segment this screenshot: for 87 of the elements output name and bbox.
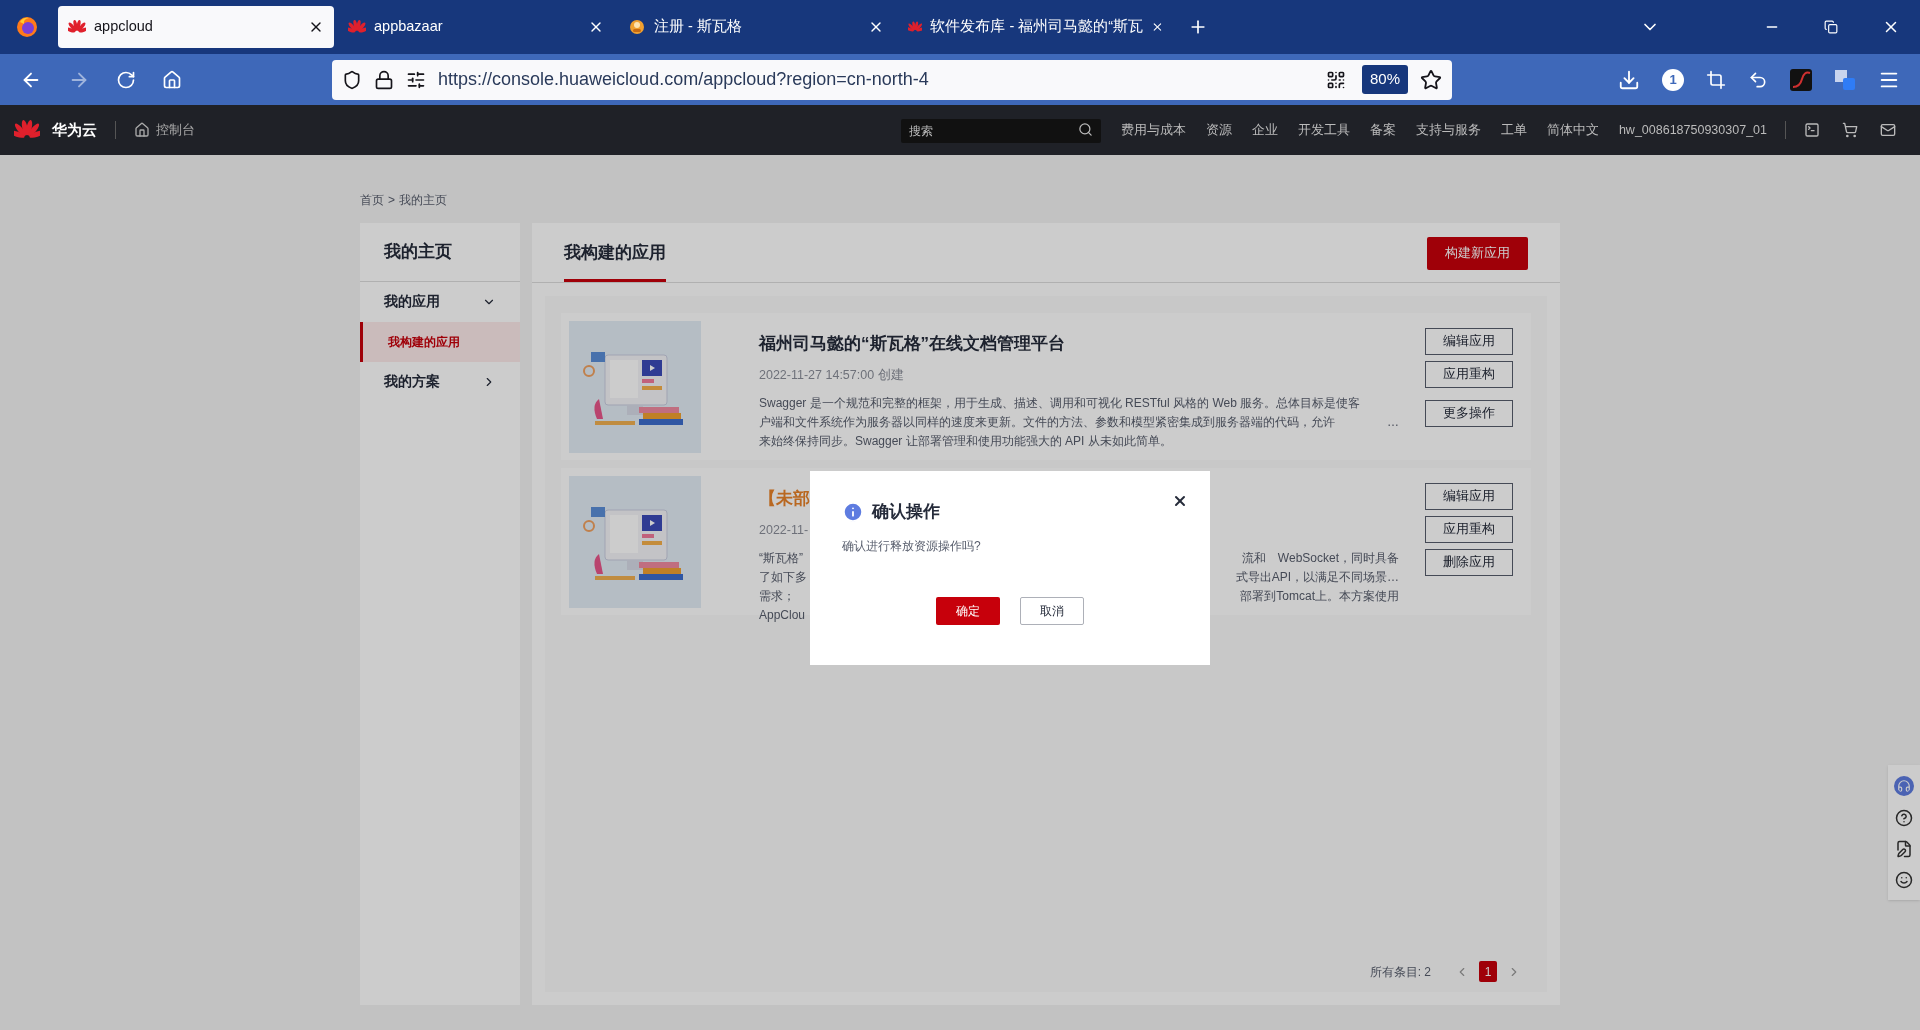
translate-icon[interactable] [1834, 68, 1856, 91]
sidebar-title: 我的主页 [360, 223, 520, 282]
description-text: 需求； [759, 588, 795, 606]
crop-icon[interactable] [1706, 69, 1726, 90]
header-nav-link[interactable]: 简体中文 [1546, 120, 1599, 140]
breadcrumb-link[interactable]: 首页 [360, 191, 384, 209]
page-number[interactable]: 1 [1479, 961, 1497, 982]
sidebar-group[interactable]: 我的应用 [360, 282, 520, 322]
description-text: 了如下多 [759, 569, 807, 587]
description-text: 部署到Tomcat上。本方案使用 [1240, 588, 1399, 606]
tab-title: appbazaar [374, 17, 444, 37]
create-app-button[interactable]: 构建新应用 [1427, 237, 1528, 270]
tab-title: appcloud [94, 17, 154, 37]
permissions-icon[interactable] [406, 69, 426, 90]
zoom-badge[interactable]: 80% [1361, 65, 1408, 94]
created-date: 2022-11- [759, 521, 810, 539]
header-nav-link[interactable]: 支持与服务 [1415, 120, 1481, 140]
qr-code-icon[interactable] [1325, 69, 1346, 90]
console-link[interactable]: 控制台 [156, 120, 195, 140]
description-text: 户端和文件系统作为服务器以同样的速度来更新。文件的方法、参数和模型紧密集成到服务器端的代码，允许 [759, 414, 1335, 432]
header-nav-link[interactable]: 开发工具 [1297, 120, 1350, 140]
search-icon[interactable] [1077, 122, 1093, 137]
cart-icon[interactable] [1842, 122, 1858, 138]
info-icon [842, 500, 864, 523]
browser-tab[interactable]: appcloud [58, 6, 334, 48]
confirm-button[interactable]: 确定 [936, 596, 1000, 625]
feedback-form-icon[interactable] [1895, 840, 1913, 859]
header-nav-link[interactable]: hw_008618750930307_01 [1618, 120, 1767, 140]
breadcrumb-separator: > [388, 192, 395, 209]
firefox-logo-icon[interactable] [16, 16, 38, 38]
total-count: 所有条目: 2 [1369, 963, 1431, 981]
dialog-title: 确认操作 [872, 501, 940, 523]
sidebar-item[interactable]: 我构建的应用 [360, 322, 520, 362]
restore-icon[interactable] [1824, 20, 1838, 34]
header-nav-link[interactable]: 工单 [1500, 120, 1527, 140]
huawei-logo-icon [348, 18, 366, 36]
description-text: Swagger 是一个规范和完整的框架，用于生成、描述、调用和可视化 RESTful 风格的 Web 服务。总体目标是使客 [759, 395, 1361, 413]
header-nav-link[interactable]: 资源 [1205, 120, 1232, 140]
description-text: 来始终保持同步。Swagger 让部署管理和使用功能强大的 API 从未如此简单。 [759, 433, 1172, 451]
header-nav-link[interactable]: 备案 [1369, 120, 1396, 140]
description-text: AppClou [759, 607, 806, 625]
app-action-button[interactable]: 删除应用 [1425, 549, 1513, 576]
sidebar-group[interactable]: 我的方案 [360, 362, 520, 402]
description-text: “斯瓦格” [759, 550, 803, 568]
tab-title: 软件发布库 - 福州司马懿的“斯瓦 [930, 17, 1144, 37]
shield-icon[interactable] [342, 69, 362, 90]
brand-name[interactable]: 华为云 [52, 118, 97, 142]
tab-title: 注册 - 斯瓦格 [654, 17, 743, 37]
url-text: https://console.huaweicloud.com/appcloud?region=cn-north-4 [438, 68, 929, 91]
help-icon[interactable] [1895, 808, 1913, 827]
search-field[interactable]: 搜索 [900, 119, 1101, 143]
browser-tab[interactable]: appbazaar [338, 6, 614, 48]
support-headset-icon[interactable] [1894, 775, 1914, 796]
content-tab[interactable]: 我构建的应用 [564, 239, 666, 282]
cancel-button[interactable]: 取消 [1020, 596, 1084, 625]
breadcrumb-link[interactable]: 我的主页 [399, 191, 447, 209]
reply-arrow-icon[interactable] [1748, 69, 1768, 90]
mascot-icon [628, 18, 646, 36]
chart-extension-icon[interactable] [1790, 68, 1812, 91]
header-nav-link[interactable]: 费用与成本 [1120, 120, 1186, 140]
description-text: 流和 WebSocket，同时具备 [1241, 550, 1399, 568]
extension-badge[interactable]: 1 [1662, 68, 1684, 91]
mail-icon[interactable] [1880, 122, 1896, 138]
reload-icon[interactable] [116, 69, 136, 90]
lock-icon[interactable] [374, 69, 394, 90]
description-text: … [1387, 414, 1399, 432]
browser-tab[interactable]: 软件发布库 - 福州司马懿的“斯瓦 [898, 6, 1174, 48]
app-action-button[interactable]: 更多操作 [1425, 400, 1513, 427]
close-icon[interactable] [1172, 493, 1188, 509]
home-icon[interactable] [162, 69, 182, 90]
download-icon[interactable] [1618, 68, 1640, 91]
huawei-logo-icon [68, 18, 86, 36]
app-title[interactable]: 福州司马懿的“斯瓦格”在线文档管理平台 [759, 331, 1399, 357]
description-text: 式导出API，以满足不同场景… [1235, 569, 1399, 587]
header-nav-link[interactable]: 企业 [1251, 120, 1278, 140]
console-home-icon[interactable] [134, 122, 150, 138]
address-bar[interactable]: https://console.huaweicloud.com/appcloud?region=cn-north-4 80% [332, 59, 1452, 100]
app-action-button[interactable]: 应用重构 [1425, 516, 1513, 543]
browser-tab[interactable]: 注册 - 斯瓦格 [618, 6, 894, 48]
smiley-icon[interactable] [1895, 871, 1913, 890]
app-action-button[interactable]: 应用重构 [1425, 361, 1513, 388]
bookmark-star-icon[interactable] [1420, 68, 1442, 91]
created-date: 2022-11-27 14:57:00 创建 [759, 366, 905, 384]
app-action-button[interactable]: 编辑应用 [1425, 328, 1513, 355]
app-action-button[interactable]: 编辑应用 [1425, 483, 1513, 510]
dialog-message: 确认进行释放资源操作吗? [842, 537, 982, 555]
terminal-icon[interactable] [1804, 122, 1820, 138]
